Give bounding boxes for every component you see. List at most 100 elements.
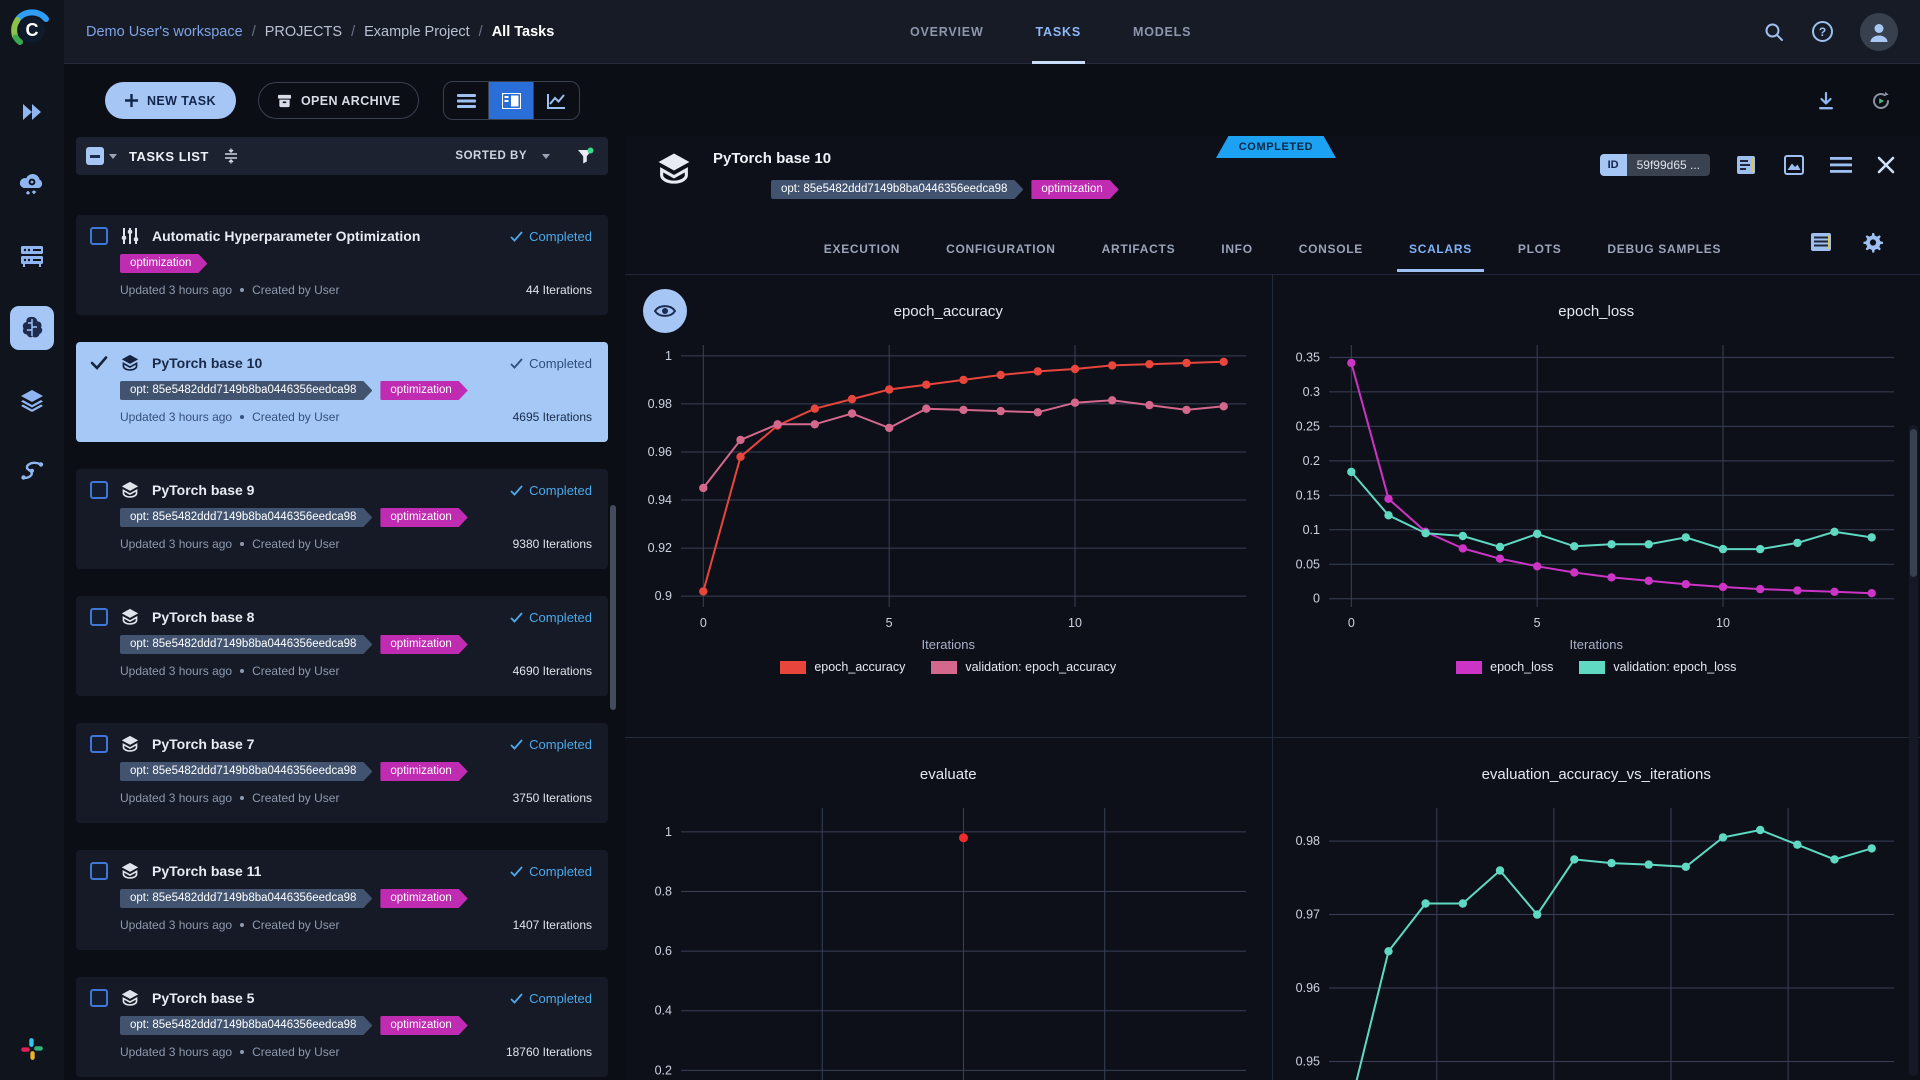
top-tab-models[interactable]: MODELS <box>1133 0 1191 64</box>
svg-text:0.98: 0.98 <box>648 397 672 411</box>
chart-plot-area[interactable]: 0.20.40.60.81 <box>625 796 1272 1080</box>
tag[interactable]: optimization <box>380 1016 467 1035</box>
tag[interactable]: optimization <box>380 381 467 400</box>
filter-funnel-icon[interactable] <box>576 147 594 165</box>
console-note-icon[interactable] <box>1734 153 1758 177</box>
slack-icon[interactable] <box>19 1036 45 1062</box>
tag[interactable]: opt: 85e5482ddd7149b8ba0446356eedca98 <box>120 762 372 781</box>
task-type-icon <box>120 481 140 499</box>
task-card[interactable]: Automatic Hyperparameter OptimizationCom… <box>76 215 608 315</box>
chart-evaluate[interactable]: evaluate0.20.40.60.81 <box>625 738 1273 1080</box>
task-card[interactable]: PyTorch base 5Completedopt: 85e5482ddd71… <box>76 977 608 1077</box>
tag[interactable]: opt: 85e5482ddd7149b8ba0446356eedca98 <box>120 889 372 908</box>
top-tab-tasks[interactable]: TASKS <box>1036 0 1081 64</box>
sidebar-servers-icon[interactable] <box>10 234 54 278</box>
sidebar-double-chevron-icon[interactable] <box>10 90 54 134</box>
task-checkbox[interactable] <box>90 227 108 245</box>
detail-tab-configuration[interactable]: CONFIGURATION <box>946 228 1056 270</box>
detail-tab-scalars[interactable]: SCALARS <box>1409 228 1472 270</box>
menu-icon[interactable] <box>1830 156 1852 174</box>
tag[interactable]: optimization <box>380 635 467 654</box>
sidebar-brain-icon[interactable] <box>10 306 54 350</box>
top-tab-overview[interactable]: OVERVIEW <box>910 0 984 64</box>
sorted-by-caret-icon[interactable] <box>542 154 550 159</box>
task-checkbox[interactable] <box>90 862 108 880</box>
table-view-icon[interactable] <box>444 82 489 119</box>
id-label: ID <box>1600 154 1627 176</box>
tag[interactable]: optimization <box>120 254 207 273</box>
legend-item[interactable]: validation: epoch_loss <box>1579 660 1736 674</box>
clearml-logo[interactable]: C <box>8 6 56 54</box>
task-card[interactable]: PyTorch base 8Completedopt: 85e5482ddd71… <box>76 596 608 696</box>
avatar[interactable] <box>1860 13 1898 51</box>
tag[interactable]: opt: 85e5482ddd7149b8ba0446356eedca98 <box>120 508 372 527</box>
chart-svg[interactable]: 0.950.960.970.98 <box>1273 796 1918 1080</box>
hide-metrics-eye-icon[interactable] <box>643 289 687 333</box>
selected-check-icon[interactable] <box>90 355 108 371</box>
breadcrumb-item[interactable]: Demo User's workspace <box>86 24 243 40</box>
select-caret-icon[interactable] <box>109 154 117 159</box>
detail-tab-info[interactable]: INFO <box>1221 228 1252 270</box>
metrics-table-icon[interactable] <box>1810 232 1832 254</box>
download-icon[interactable] <box>1816 91 1836 111</box>
select-all-checkbox[interactable] <box>86 147 104 165</box>
detail-tab-plots[interactable]: PLOTS <box>1518 228 1562 270</box>
legend-item[interactable]: epoch_accuracy <box>780 660 905 674</box>
tag[interactable]: opt: 85e5482ddd7149b8ba0446356eedca98 <box>120 1016 372 1035</box>
charts-scrollbar[interactable] <box>1909 425 1918 1076</box>
auto-refresh-icon[interactable] <box>1870 90 1892 112</box>
detail-tab-artifacts[interactable]: ARTIFACTS <box>1102 228 1176 270</box>
chart-view-icon[interactable] <box>534 82 579 119</box>
detail-tag[interactable]: opt: 85e5482ddd7149b8ba0446356eedca98 <box>771 180 1023 199</box>
task-checkbox[interactable] <box>90 481 108 499</box>
task-list-panel: TASKS LIST SORTED BY Automatic Hyperpara… <box>64 137 617 1080</box>
search-icon[interactable] <box>1763 21 1785 43</box>
detail-tab-debug-samples[interactable]: DEBUG SAMPLES <box>1607 228 1721 270</box>
task-card[interactable]: PyTorch base 10Completedopt: 85e5482ddd7… <box>76 342 608 442</box>
chart-plot-area[interactable]: 0.90.920.940.960.9810510 <box>625 333 1272 635</box>
task-name: PyTorch base 7 <box>152 736 254 752</box>
tag[interactable]: opt: 85e5482ddd7149b8ba0446356eedca98 <box>120 635 372 654</box>
breadcrumb-item[interactable]: PROJECTS <box>265 24 342 40</box>
task-checkbox[interactable] <box>90 989 108 1007</box>
sidebar-cloud-gear-icon[interactable] <box>10 162 54 206</box>
detail-tab-console[interactable]: CONSOLE <box>1299 228 1363 270</box>
task-card[interactable]: PyTorch base 11Completedopt: 85e5482ddd7… <box>76 850 608 950</box>
legend-item[interactable]: validation: epoch_accuracy <box>931 660 1116 674</box>
detail-tag[interactable]: optimization <box>1031 180 1118 199</box>
tag[interactable]: optimization <box>380 889 467 908</box>
chart-plot-area[interactable]: 0.950.960.970.98 <box>1273 796 1920 1080</box>
legend-item[interactable]: epoch_loss <box>1456 660 1553 674</box>
chart-plot-area[interactable]: 00.050.10.150.20.250.30.350510 <box>1273 333 1920 635</box>
chart-svg[interactable]: 0.90.920.940.960.9810510 <box>625 333 1270 635</box>
chart-epoch-loss[interactable]: epoch_loss 00.050.10.150.20.250.30.350510… <box>1273 275 1920 738</box>
detail-tab-execution[interactable]: EXECUTION <box>824 228 900 270</box>
tag[interactable]: optimization <box>380 508 467 527</box>
chart-evaluation-accuracy[interactable]: evaluation_accuracy_vs_iterations0.950.9… <box>1273 738 1920 1080</box>
task-id-chip[interactable]: ID 59f99d65 ... <box>1600 154 1710 176</box>
task-card[interactable]: PyTorch base 9Completedopt: 85e5482ddd71… <box>76 469 608 569</box>
tag[interactable]: opt: 85e5482ddd7149b8ba0446356eedca98 <box>120 381 372 400</box>
svg-text:0.9: 0.9 <box>655 589 672 603</box>
chart-svg[interactable]: 0.20.40.60.81 <box>625 796 1270 1080</box>
breadcrumb-item: All Tasks <box>492 24 555 40</box>
collapse-rows-icon[interactable] <box>223 148 239 164</box>
sidebar-layers-icon[interactable] <box>10 378 54 422</box>
chart-epoch-accuracy[interactable]: epoch_accuracy0.90.920.940.960.9810510It… <box>625 275 1273 738</box>
new-task-button[interactable]: NEW TASK <box>105 82 236 119</box>
split-view-icon[interactable] <box>489 82 534 119</box>
task-card[interactable]: PyTorch base 7Completedopt: 85e5482ddd71… <box>76 723 608 823</box>
sidebar-pipeline-icon[interactable] <box>10 450 54 494</box>
close-icon[interactable] <box>1876 155 1896 175</box>
chart-svg[interactable]: 00.050.10.150.20.250.30.350510 <box>1273 333 1918 635</box>
help-icon[interactable]: ? <box>1811 20 1834 43</box>
image-preview-icon[interactable] <box>1782 153 1806 177</box>
task-checkbox[interactable] <box>90 608 108 626</box>
task-list-scrollbar[interactable] <box>610 505 616 710</box>
tag[interactable]: optimization <box>380 762 467 781</box>
task-checkbox[interactable] <box>90 735 108 753</box>
settings-gear-icon[interactable] <box>1862 232 1884 254</box>
sorted-by-dropdown[interactable]: SORTED BY <box>455 150 527 162</box>
breadcrumb-item[interactable]: Example Project <box>364 24 470 40</box>
open-archive-button[interactable]: OPEN ARCHIVE <box>258 82 420 119</box>
